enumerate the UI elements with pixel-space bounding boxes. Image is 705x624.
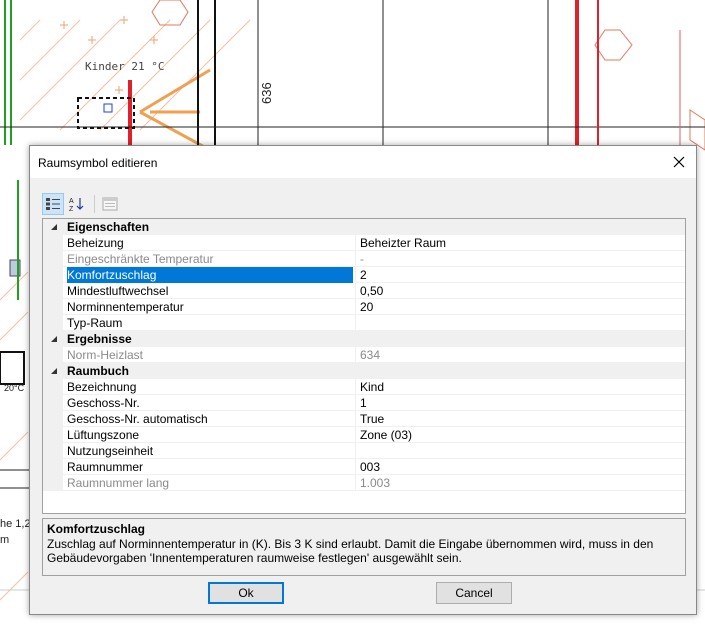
property-name[interactable]: Komfortzuschlag (67, 267, 353, 283)
property-value[interactable] (355, 315, 685, 331)
property-name[interactable]: Mindestluftwechsel (67, 283, 353, 299)
property-row[interactable]: Lüftungszone Zone (03) (43, 427, 685, 443)
property-row[interactable]: Raumnummer lang 1.003 (43, 475, 685, 491)
property-row[interactable]: Komfortzuschlag 2 (43, 267, 685, 283)
property-name[interactable]: Geschoss-Nr. automatisch (67, 411, 353, 427)
property-value[interactable]: 2 (355, 267, 685, 283)
left-temperature-label: 20°C (4, 383, 25, 393)
property-row[interactable]: Geschoss-Nr. 1 (43, 395, 685, 411)
help-panel: Komfortzuschlag Zuschlag auf Norminnente… (42, 518, 686, 576)
property-value: - (355, 251, 685, 267)
property-name[interactable]: Eingeschränkte Temperatur (67, 251, 353, 267)
property-row[interactable]: Raumnummer 003 (43, 459, 685, 475)
property-value[interactable]: 1 (355, 395, 685, 411)
svg-text:Z: Z (69, 206, 74, 212)
property-value[interactable]: 0,50 (355, 283, 685, 299)
row-gutter (43, 459, 63, 475)
categorized-view-icon (46, 198, 60, 210)
property-pages-button[interactable] (99, 193, 121, 215)
svg-text:A: A (69, 198, 74, 205)
close-button[interactable] (666, 150, 692, 174)
room-label: Kinder 21 °C (85, 60, 165, 73)
ok-button[interactable]: Ok (208, 582, 284, 604)
collapse-icon[interactable] (49, 331, 59, 347)
property-row[interactable]: Geschoss-Nr. automatisch True (43, 411, 685, 427)
help-text: Zuschlag auf Norminnentemperatur in (K).… (47, 537, 654, 565)
category-eigenschaften[interactable]: Eigenschaften (43, 219, 685, 235)
property-pages-icon (102, 197, 118, 211)
close-icon (673, 156, 685, 168)
property-name[interactable]: Norm-Heizlast (67, 347, 353, 363)
property-row[interactable]: Typ-Raum (43, 315, 685, 331)
property-row[interactable]: Norm-Heizlast 634 (43, 347, 685, 363)
property-row[interactable]: Mindestluftwechsel 0,50 (43, 283, 685, 299)
property-name[interactable]: Geschoss-Nr. (67, 395, 353, 411)
property-value[interactable]: Beheizter Raum (355, 235, 685, 251)
property-row[interactable]: Eingeschränkte Temperatur - (43, 251, 685, 267)
edit-room-symbol-dialog: Raumsymbol editieren A Z Eigenschaften B… (29, 145, 697, 615)
row-gutter (43, 443, 63, 459)
left-text-1: he 1,2 (0, 518, 31, 530)
row-gutter (43, 411, 63, 427)
property-value[interactable] (355, 443, 685, 459)
category-raumbuch[interactable]: Raumbuch (43, 363, 685, 379)
property-row[interactable]: Bezeichnung Kind (43, 379, 685, 395)
row-gutter (43, 251, 63, 267)
row-gutter (43, 347, 63, 363)
row-gutter (43, 475, 63, 491)
property-value[interactable]: 003 (355, 459, 685, 475)
alphabetical-sort-icon: A Z (69, 198, 84, 212)
collapse-icon[interactable] (49, 363, 59, 379)
category-label: Ergebnisse (67, 332, 132, 346)
row-gutter (43, 315, 63, 331)
toolbar-separator (94, 195, 95, 213)
property-row[interactable]: Beheizung Beheizter Raum (43, 235, 685, 251)
row-gutter (43, 283, 63, 299)
property-name[interactable]: Nutzungseinheit (67, 443, 353, 459)
categorized-view-button[interactable] (42, 193, 64, 215)
property-row[interactable]: Norminnentemperatur 20 (43, 299, 685, 315)
property-name[interactable]: Lüftungszone (67, 427, 353, 443)
property-value[interactable]: True (355, 411, 685, 427)
cancel-button[interactable]: Cancel (436, 582, 512, 604)
help-title: Komfortzuschlag (47, 522, 146, 536)
row-gutter (43, 235, 63, 251)
property-name[interactable]: Bezeichnung (67, 379, 353, 395)
dialog-title: Raumsymbol editieren (38, 156, 158, 170)
row-gutter (43, 299, 63, 315)
dialog-titlebar[interactable]: Raumsymbol editieren (30, 146, 696, 178)
row-gutter (43, 427, 63, 443)
property-value: 1.003 (355, 475, 685, 491)
property-toolbar: A Z (42, 193, 123, 215)
property-name[interactable]: Raumnummer lang (67, 475, 353, 491)
dimension-label: 636 (259, 82, 274, 104)
property-name[interactable]: Norminnentemperatur (67, 299, 353, 315)
property-name[interactable]: Beheizung (67, 235, 353, 251)
row-gutter (43, 379, 63, 395)
category-label: Eigenschaften (67, 220, 150, 234)
property-value[interactable]: Kind (355, 379, 685, 395)
property-name[interactable]: Typ-Raum (67, 315, 353, 331)
property-row[interactable]: Nutzungseinheit (43, 443, 685, 459)
property-name[interactable]: Raumnummer (67, 459, 353, 475)
row-gutter (43, 267, 63, 283)
property-value[interactable]: Zone (03) (355, 427, 685, 443)
alphabetical-sort-button[interactable]: A Z (66, 193, 88, 215)
left-text-2: m (0, 534, 10, 546)
category-label: Raumbuch (67, 364, 130, 378)
property-grid: Eigenschaften Beheizung Beheizter Raum Eing… (42, 218, 686, 514)
category-ergebnisse[interactable]: Ergebnisse (43, 331, 685, 347)
property-value[interactable]: 20 (355, 299, 685, 315)
property-value: 634 (355, 347, 685, 363)
row-gutter (43, 395, 63, 411)
collapse-icon[interactable] (49, 219, 59, 235)
